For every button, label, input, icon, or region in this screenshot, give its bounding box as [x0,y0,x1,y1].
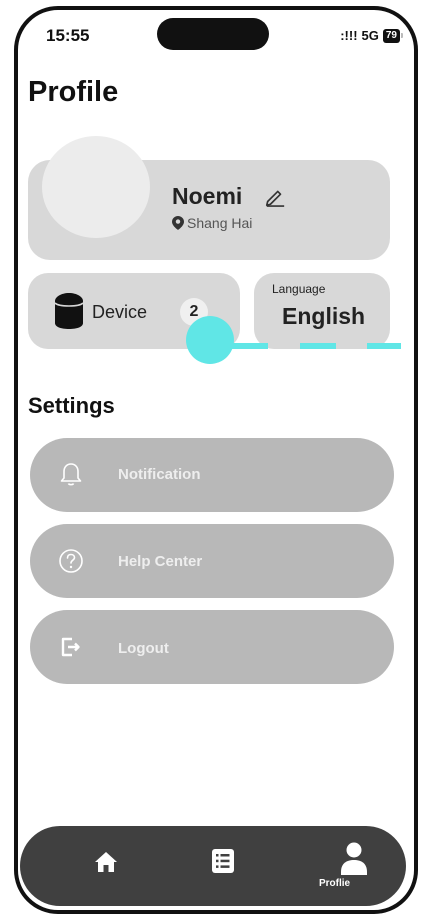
nav-profile-label: Proflie [319,878,351,889]
avatar[interactable] [42,136,150,238]
help-circle-icon [59,549,83,573]
user-name: Noemi [172,183,243,209]
settings-item-notification[interactable] [30,438,394,512]
accent-dash [367,343,401,349]
touch-indicator [186,316,234,364]
settings-item-logout[interactable] [30,610,394,684]
accent-dash [300,343,336,349]
logout-icon [61,637,80,657]
battery-icon: 79 [382,28,403,43]
language-value: English [282,303,366,329]
edit-icon[interactable] [264,185,286,207]
home-icon[interactable] [94,851,118,873]
user-location: Shang Hai [172,215,252,231]
status-time: 15:55 [46,26,90,45]
battery-level: 79 [382,28,400,43]
logout-label: Logout [118,640,169,657]
location-label: Shang Hai [187,215,253,231]
accent-dash [232,343,268,349]
status-indicators: :!!! 5G 79 [340,28,403,43]
page-title: Profile [28,76,119,108]
location-pin-icon [172,216,184,230]
list-icon[interactable] [212,849,234,873]
help-center-label: Help Center [118,553,203,570]
settings-title: Settings [28,393,115,418]
language-label: Language [272,282,326,296]
notification-label: Notification [118,466,201,483]
profile-icon[interactable] [340,842,368,876]
signal-icon: :!!! [340,28,358,43]
network-label: 5G [361,28,379,43]
device-icon [54,293,84,329]
settings-item-help-center[interactable] [30,524,394,598]
bell-icon [60,463,82,486]
dynamic-island [157,18,269,50]
device-label: Device [92,302,148,322]
